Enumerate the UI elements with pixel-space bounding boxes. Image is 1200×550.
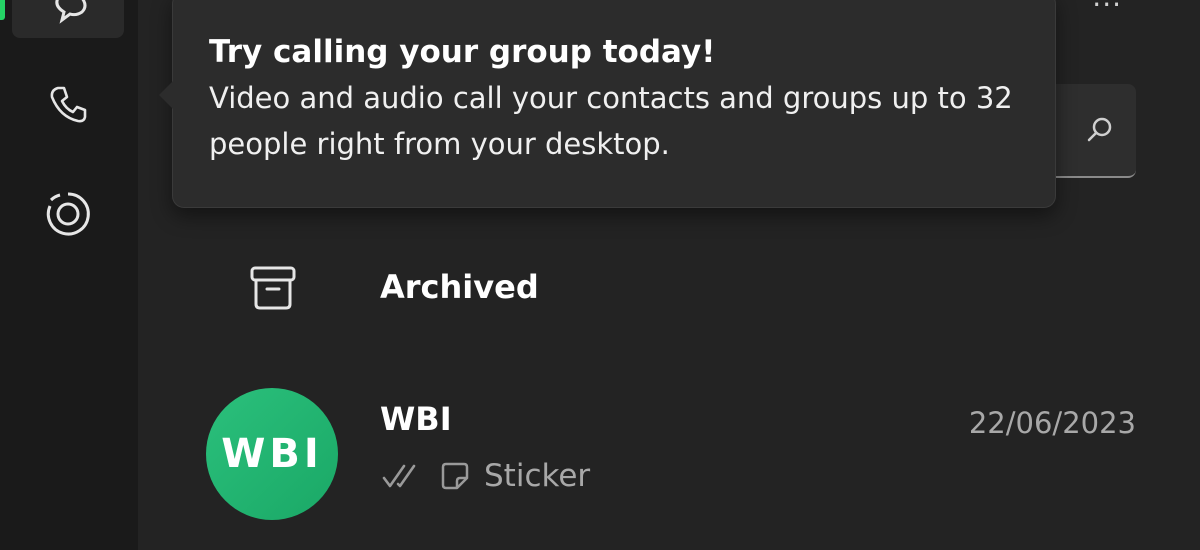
tooltip-body: Video and audio call your contacts and g… [209,81,1013,161]
nav-status-button[interactable] [40,186,96,242]
status-icon [46,192,90,236]
active-indicator [0,0,5,20]
chat-name: WBI [380,400,452,438]
tooltip-arrow [159,81,173,109]
archive-icon [248,264,298,316]
app-window: ··· Archived WBI WBI 22/06/2023 Sticker … [0,0,1200,550]
chat-preview-text: Sticker [484,458,591,494]
sticker-icon [441,462,469,490]
archived-label: Archived [380,268,539,306]
more-options-button[interactable]: ··· [1092,0,1122,21]
chat-date: 22/06/2023 [968,406,1136,440]
phone-icon [50,86,87,123]
search-icon [1087,117,1112,142]
calling-tooltip: Try calling your group today! Video and … [159,0,1056,208]
archived-row[interactable]: Archived [138,240,1200,340]
chats-icon [52,0,88,24]
double-check-icon [382,464,416,488]
navigation-rail [0,0,138,550]
avatar-initials: WBI [221,431,323,477]
chat-preview: Sticker [382,458,590,494]
tooltip-title: Try calling your group today! [209,34,716,70]
nav-calls-button[interactable] [40,76,96,132]
chat-list-item[interactable]: WBI WBI 22/06/2023 Sticker [138,380,1200,530]
search-button[interactable] [1078,108,1122,152]
nav-chats-button[interactable] [12,0,124,38]
avatar: WBI [206,388,338,520]
